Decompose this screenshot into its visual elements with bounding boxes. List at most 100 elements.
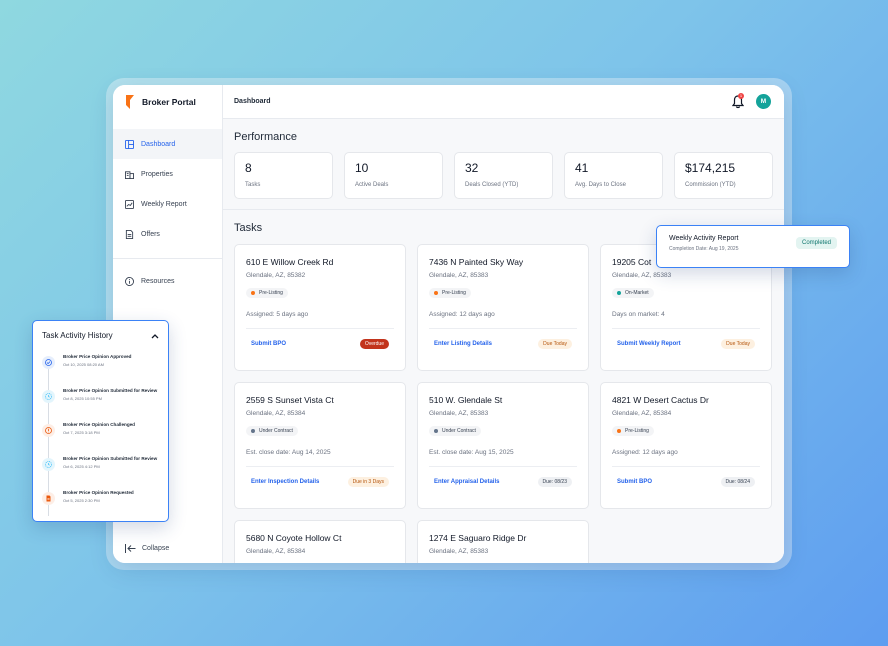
- sidebar-item-label: Offers: [141, 230, 160, 238]
- card-divider: [612, 328, 760, 329]
- card-footer: Submit Weekly Report Due Today: [612, 339, 760, 349]
- card-divider: [429, 328, 577, 329]
- task-action-link[interactable]: Enter Listing Details: [434, 341, 492, 347]
- status-dot: [251, 291, 255, 295]
- status-dot: [617, 429, 621, 433]
- sidebar-item-offers[interactable]: Offers: [113, 219, 222, 249]
- info-icon: [125, 276, 134, 286]
- stat-card-active-deals[interactable]: 10 Active Deals: [344, 152, 443, 199]
- due-badge: Due in 3 Days: [347, 477, 389, 487]
- top-bar: Dashboard: [223, 85, 784, 119]
- due-badge: Due: 08/23: [537, 477, 572, 487]
- stat-value: 41: [575, 161, 589, 175]
- card-footer: Enter Listing Details Due Today: [429, 339, 577, 349]
- task-card[interactable]: 610 E Willow Creek Rd Glendale, AZ, 8538…: [234, 244, 406, 371]
- task-action-link[interactable]: Submit BPO: [251, 341, 286, 347]
- sidebar-nav: Dashboard Properties Weekly Report Offer…: [113, 129, 222, 296]
- weekly-report-popup[interactable]: Weekly Activity Report Completion Date: …: [656, 225, 850, 268]
- task-card[interactable]: 4821 W Desert Cactus Dr Glendale, AZ, 85…: [600, 382, 772, 509]
- task-title: 610 E Willow Creek Rd: [246, 257, 334, 267]
- status-dot: [434, 429, 438, 433]
- status-label: Pre-Listing: [442, 290, 466, 296]
- card-footer: Submit BPO Overdue: [246, 339, 394, 349]
- task-card[interactable]: 2559 S Sunset Vista Ct Glendale, AZ, 853…: [234, 382, 406, 509]
- task-action-link[interactable]: Enter Appraisal Details: [434, 479, 499, 485]
- task-card[interactable]: 5680 N Coyote Hollow Ct Glendale, AZ, 85…: [234, 520, 406, 563]
- task-address: Glendale, AZ, 85383: [429, 548, 489, 555]
- task-card[interactable]: 510 W. Glendale St Glendale, AZ, 85383 U…: [417, 382, 589, 509]
- sidebar-divider: [113, 258, 222, 259]
- task-title: 5680 N Coyote Hollow Ct: [246, 533, 342, 543]
- due-badge: Overdue: [359, 339, 389, 349]
- chevron-up-icon[interactable]: [151, 333, 159, 339]
- sidebar-item-label: Resources: [141, 277, 175, 285]
- task-card[interactable]: 1274 E Saguaro Ridge Dr Glendale, AZ, 85…: [417, 520, 589, 563]
- status-label: Pre-Listing: [259, 290, 283, 296]
- sidebar-item-resources[interactable]: Resources: [113, 266, 222, 296]
- history-date: Oct 8, 2025 10:55 PM: [63, 396, 102, 402]
- stat-card-commission[interactable]: $174,215 Commission (YTD): [674, 152, 773, 199]
- history-item: Broker Price Opinion Requested Oct 5, 202…: [42, 490, 159, 524]
- sidebar-item-dashboard[interactable]: Dashboard: [113, 129, 222, 159]
- status-dot: [251, 429, 255, 433]
- task-title: 510 W. Glendale St: [429, 395, 503, 405]
- task-action-link[interactable]: Submit BPO: [617, 479, 652, 485]
- history-text: Broker Price Opinion Submitted for Revie…: [63, 456, 158, 461]
- history-date: Oct 5, 2025 2:30 PM: [63, 498, 100, 504]
- collapse-button[interactable]: Collapse: [125, 544, 169, 553]
- task-action-link[interactable]: Enter Inspection Details: [251, 479, 319, 485]
- card-divider: [612, 466, 760, 467]
- task-meta: Est. close date: Aug 15, 2025: [429, 449, 514, 456]
- status-label: Pre-Listing: [625, 428, 649, 434]
- task-meta: Assigned: 5 days ago: [246, 311, 309, 318]
- brand-name: Broker Portal: [142, 97, 196, 107]
- card-divider: [246, 328, 394, 329]
- check-circle-icon: [42, 356, 55, 369]
- status-badge: Pre-Listing: [429, 288, 471, 298]
- stat-card-avg-days[interactable]: 41 Avg. Days to Close: [564, 152, 663, 199]
- status-badge: Under Contract: [246, 426, 298, 436]
- history-text: Broker Price Opinion Challenged: [63, 422, 135, 427]
- completed-badge: Completed: [795, 237, 837, 249]
- sidebar-item-label: Properties: [141, 170, 173, 178]
- main-content: Dashboard 1 M Performance 8 Tasks 10 Act…: [223, 85, 784, 563]
- task-address: Glendale, AZ, 85382: [246, 272, 306, 279]
- task-address: Glendale, AZ, 85383: [612, 272, 672, 279]
- document-icon: [125, 229, 134, 239]
- task-address: Glendale, AZ, 85384: [612, 410, 672, 417]
- card-footer: Enter Inspection Details Due in 3 Days: [246, 477, 394, 487]
- avatar[interactable]: M: [756, 94, 771, 109]
- history-item: Broker Price Opinion Submitted for Revie…: [42, 388, 159, 422]
- stat-card-deals-closed[interactable]: 32 Deals Closed (YTD): [454, 152, 553, 199]
- sidebar-item-weekly-report[interactable]: Weekly Report: [113, 189, 222, 219]
- stat-card-tasks[interactable]: 8 Tasks: [234, 152, 333, 199]
- task-meta: Assigned: 12 days ago: [612, 449, 678, 456]
- history-date: Oct 6, 2025 4:12 PM: [63, 464, 100, 470]
- task-title: 7436 N Painted Sky Way: [429, 257, 524, 267]
- due-badge: Due Today: [721, 339, 755, 349]
- sidebar-item-properties[interactable]: Properties: [113, 159, 222, 189]
- task-title: 1274 E Saguaro Ridge Dr: [429, 533, 527, 543]
- task-card[interactable]: 7436 N Painted Sky Way Glendale, AZ, 853…: [417, 244, 589, 371]
- status-badge: Pre-Listing: [612, 426, 654, 436]
- file-icon: [42, 492, 55, 505]
- sidebar-item-label: Dashboard: [141, 140, 176, 148]
- tasks-title: Tasks: [234, 222, 263, 234]
- stat-label: Active Deals: [355, 182, 389, 188]
- stat-value: 10: [355, 161, 369, 175]
- status-dot: [617, 291, 621, 295]
- stat-label: Tasks: [245, 182, 261, 188]
- status-dot: [434, 291, 438, 295]
- performance-title: Performance: [234, 131, 297, 143]
- history-item: Broker Price Opinion Submitted for Revie…: [42, 456, 159, 490]
- history-title: Task Activity History: [42, 331, 113, 340]
- task-action-link[interactable]: Submit Weekly Report: [617, 341, 681, 347]
- sidebar-item-label: Weekly Report: [141, 200, 187, 208]
- stat-value: $174,215: [685, 161, 736, 175]
- status-label: On-Market: [625, 290, 649, 296]
- stat-label: Deals Closed (YTD): [465, 182, 519, 188]
- due-badge: Due Today: [538, 339, 572, 349]
- history-list: Broker Price Opinion Approved Oct 10, 202…: [42, 354, 159, 524]
- task-title: 2559 S Sunset Vista Ct: [246, 395, 334, 405]
- brand[interactable]: Broker Portal: [113, 85, 222, 119]
